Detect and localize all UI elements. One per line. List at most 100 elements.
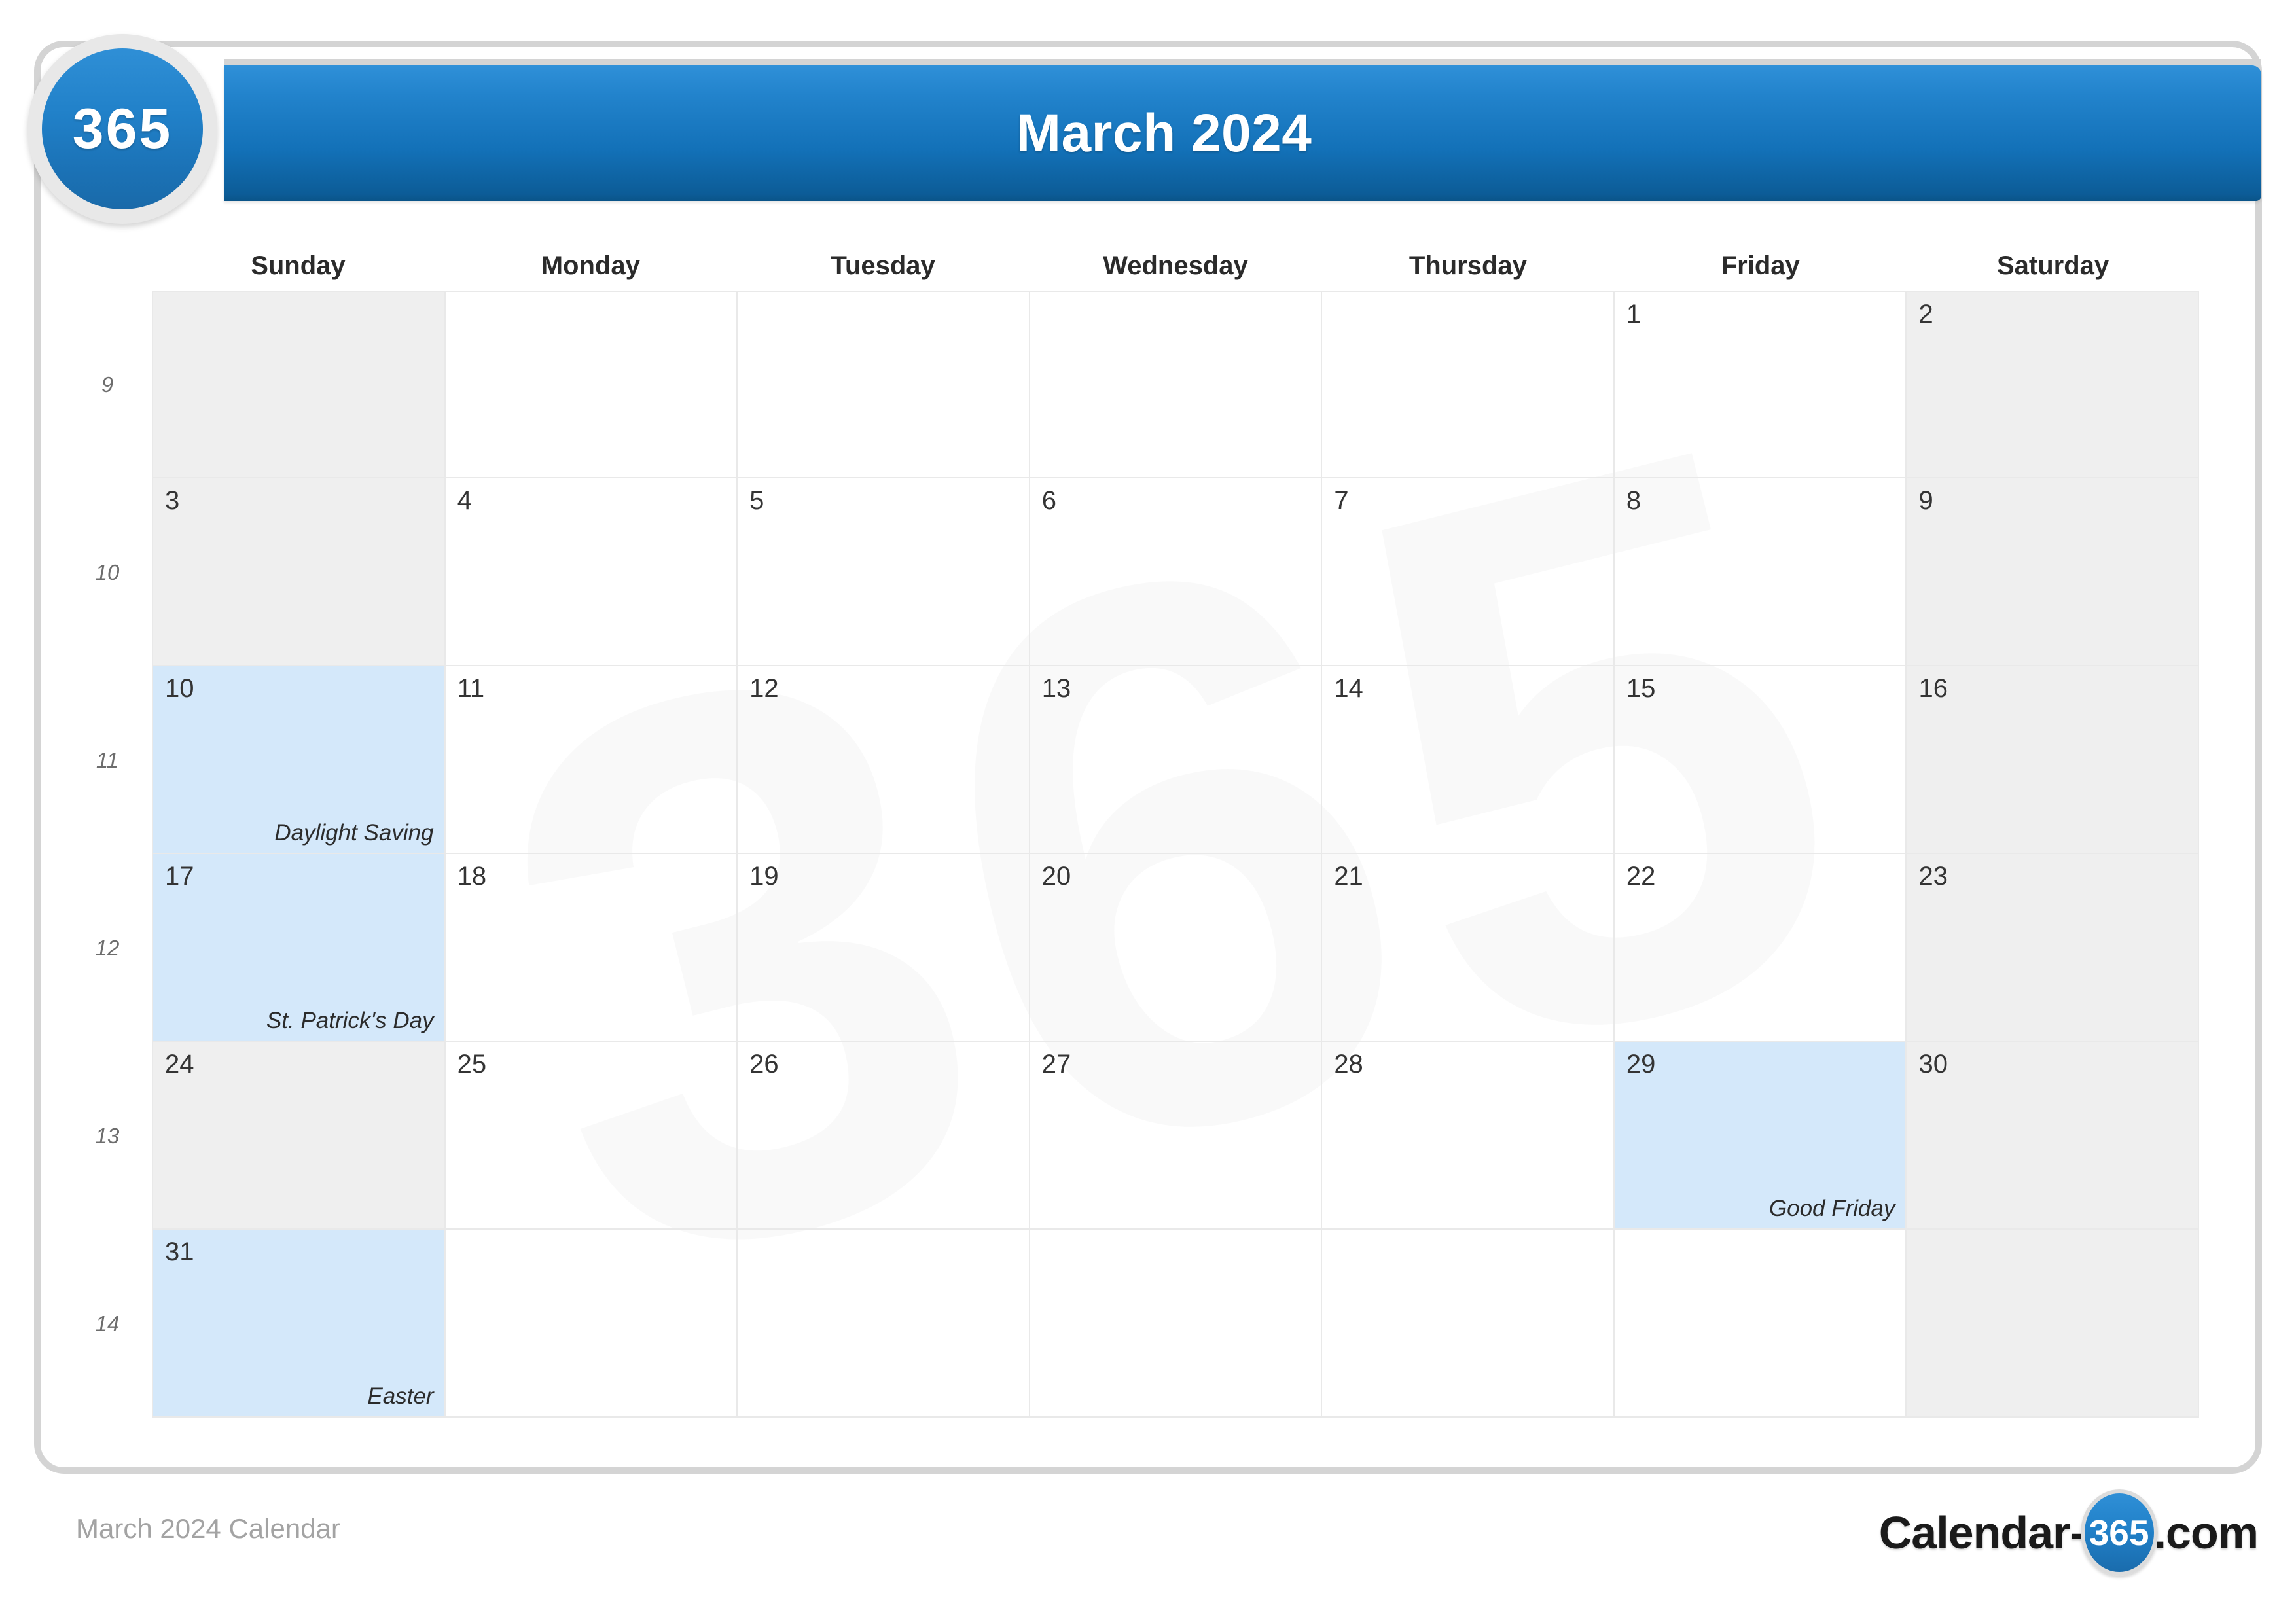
calendar-day-cell-empty [738,1230,1030,1418]
calendar-week-row: 12 [152,291,2200,478]
day-number: 7 [1334,486,1349,515]
week-number: 12 [95,935,120,960]
weekday-header-saturday: Saturday [1997,251,2109,280]
weekday-header-sunday: Sunday [251,251,346,280]
calendar-day-cell[interactable]: 13 [1030,666,1323,854]
header-top-divider [224,59,2261,65]
footer-logo-badge-label: 365 [2089,1512,2149,1553]
day-number: 29 [1626,1050,1656,1079]
day-number: 22 [1626,862,1656,891]
week-number: 9 [101,372,114,397]
calendar-day-cell[interactable]: 21 [1322,854,1615,1042]
footer-caption: March 2024 Calendar [76,1513,340,1544]
day-number: 13 [1041,674,1071,703]
calendar-day-cell[interactable]: 4 [445,478,738,666]
day-number: 19 [749,862,779,891]
calendar-day-cell-empty [152,291,446,478]
day-number: 30 [1918,1050,1948,1079]
day-number: 27 [1041,1050,1071,1079]
day-number: 20 [1041,862,1071,891]
day-event-label: St. Patrick's Day [266,1008,434,1033]
calendar-day-cell-empty [738,291,1030,478]
page-title: March 2024 [1016,103,1312,163]
calendar-day-cell[interactable]: 12 [738,666,1030,854]
week-number: 13 [95,1123,120,1148]
day-number: 8 [1626,486,1641,515]
day-number: 16 [1918,674,1948,703]
day-event-label: Easter [367,1383,434,1409]
calendar-day-cell[interactable]: 5 [738,478,1030,666]
calendar-day-cell-empty [1907,1230,2200,1418]
day-number: 31 [165,1238,194,1266]
calendar-day-cell[interactable]: 27 [1030,1042,1323,1230]
weekday-header-wednesday: Wednesday [1103,251,1248,280]
calendar-day-cell[interactable]: 24 [152,1042,446,1230]
calendar-week-row: 3 4 5 6 7 8 9 [152,478,2200,666]
day-number: 2 [1918,300,1933,329]
calendar-week-row: 24 25 26 27 28 29 Good Friday 30 [152,1042,2200,1230]
calendar-day-cell[interactable]: 6 [1030,478,1323,666]
calendar-day-cell[interactable]: 19 [738,854,1030,1042]
calendar-day-cell[interactable]: 1 [1614,291,1907,478]
calendar-day-cell[interactable]: 9 [1907,478,2200,666]
day-number: 10 [165,674,194,703]
week-number: 10 [95,560,120,584]
day-number: 21 [1334,862,1363,891]
calendar-day-cell[interactable]: 18 [445,854,738,1042]
day-number: 1 [1626,300,1641,329]
footer-logo-calendar365[interactable]: Calendar- 365 .com [1879,1489,2259,1576]
calendar-day-cell[interactable]: 31 Easter [152,1230,446,1418]
calendar-week-row: 10 Daylight Saving 11 12 13 14 15 16 [152,666,2200,854]
calendar-day-cell[interactable]: 11 [445,666,738,854]
calendar-day-cell[interactable]: 22 [1614,854,1907,1042]
day-number: 28 [1334,1050,1363,1079]
calendar-day-cell[interactable]: 8 [1614,478,1907,666]
day-number: 25 [457,1050,487,1079]
day-event-label: Daylight Saving [274,820,434,846]
calendar-day-cell[interactable]: 2 [1907,291,2200,478]
footer-logo-badge-icon: 365 [2080,1489,2158,1576]
calendar-day-cell-empty [1614,1230,1907,1418]
day-number: 3 [165,486,180,515]
calendar-day-cell[interactable]: 23 [1907,854,2200,1042]
logo-badge-label: 365 [72,97,173,160]
calendar-day-cell[interactable]: 29 Good Friday [1614,1042,1907,1230]
day-number: 5 [749,486,764,515]
day-number: 23 [1918,862,1948,891]
calendar-day-cell-empty [1322,291,1615,478]
calendar-day-cell[interactable]: 15 [1614,666,1907,854]
calendar-page: March 2024 365 Sunday Monday Tuesday Wed… [0,0,2296,1623]
weekday-header-friday: Friday [1721,251,1800,280]
day-event-label: Good Friday [1768,1196,1895,1221]
calendar-day-cell[interactable]: 14 [1322,666,1615,854]
calendar-day-cell[interactable]: 20 [1030,854,1323,1042]
calendar-day-cell[interactable]: 30 [1907,1042,2200,1230]
calendar-day-cell[interactable]: 16 [1907,666,2200,854]
day-number: 9 [1918,486,1933,515]
day-number: 14 [1334,674,1363,703]
week-number: 14 [95,1311,120,1336]
day-number: 24 [165,1050,194,1079]
calendar-day-cell[interactable]: 26 [738,1042,1030,1230]
calendar-day-cell-empty [1030,1230,1323,1418]
weekday-header-thursday: Thursday [1408,251,1527,280]
calendar-day-cell-empty [1030,291,1323,478]
calendar-week-row: 17 St. Patrick's Day 18 19 20 21 22 23 [152,854,2200,1042]
calendar-day-cell[interactable]: 28 [1322,1042,1615,1230]
calendar-day-cell[interactable]: 7 [1322,478,1615,666]
calendar-day-cell[interactable]: 10 Daylight Saving [152,666,446,854]
logo-badge-circle: 365 [42,48,203,209]
calendar-day-cell[interactable]: 3 [152,478,446,666]
calendar-grid: 1 2 3 4 5 6 7 8 9 10 Daylight Saving 11 12 13 14 15 16 17… [152,291,2200,1418]
calendar-day-cell[interactable]: 17 St. Patrick's Day [152,854,446,1042]
week-number: 11 [96,747,119,772]
calendar-day-cell-empty [445,1230,738,1418]
day-number: 12 [749,674,779,703]
weekday-header-row: Sunday Monday Tuesday Wednesday Thursday… [152,242,2199,289]
day-number: 17 [165,862,194,891]
weekday-header-tuesday: Tuesday [831,251,935,280]
calendar-day-cell[interactable]: 25 [445,1042,738,1230]
day-number: 26 [749,1050,779,1079]
weekday-header-monday: Monday [541,251,640,280]
logo-badge-365[interactable]: 365 [27,34,217,224]
